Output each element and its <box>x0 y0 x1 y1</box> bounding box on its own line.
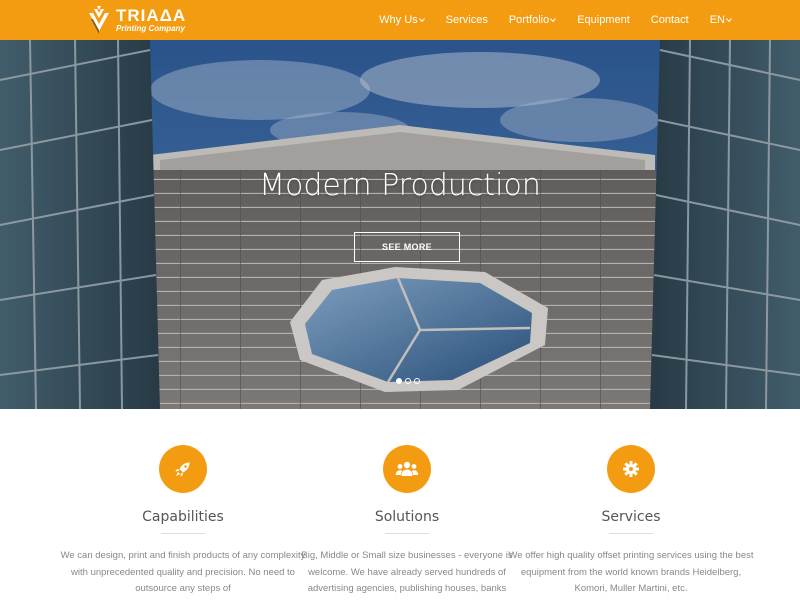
language-selector[interactable]: EN <box>710 14 732 26</box>
nav-item-portfolio[interactable]: Portfolio <box>509 14 557 26</box>
divider <box>161 533 205 534</box>
top-navbar: TRIAΔA Printing Company Why Us Services … <box>0 0 800 40</box>
feature-title: Services <box>601 509 661 525</box>
triada-logo-icon <box>89 6 109 34</box>
feature-text: We can design, print and finish products… <box>60 550 306 594</box>
carousel-dot-1[interactable] <box>396 378 402 384</box>
feature-text: We offer high quality offset printing se… <box>508 550 754 594</box>
see-more-button[interactable]: SEE MORE <box>354 232 460 262</box>
rocket-icon <box>175 462 190 477</box>
nav-item-services[interactable]: Services <box>446 14 488 26</box>
nav-item-contact[interactable]: Contact <box>651 14 689 26</box>
feature-text: Big, Middle or Small size businesses - e… <box>301 550 513 594</box>
carousel-dot-2[interactable] <box>405 378 411 384</box>
brand-tagline: Printing Company <box>116 24 185 33</box>
divider <box>385 533 429 534</box>
feature-solutions: Solutions Big, Middle or Small size busi… <box>282 445 532 598</box>
hero-title: Modern Production <box>259 168 541 203</box>
chevron-down-icon <box>726 17 732 23</box>
hero-carousel: Modern Production SEE MORE <box>0 40 800 409</box>
nav-item-equipment[interactable]: Equipment <box>577 14 630 26</box>
main-nav: Why Us Services Portfolio Equipment Cont… <box>379 0 732 40</box>
brand-logo[interactable]: TRIAΔA Printing Company <box>86 3 186 37</box>
hero-building-image <box>0 40 800 409</box>
chevron-down-icon <box>418 17 425 23</box>
divider <box>609 533 653 534</box>
users-icon <box>395 461 419 476</box>
carousel-dot-3[interactable] <box>414 378 420 384</box>
feature-capabilities: Capabilities We can design, print and fi… <box>58 445 308 598</box>
feature-services: Services We offer high quality offset pr… <box>506 445 756 598</box>
feature-title: Solutions <box>374 509 440 525</box>
brand-name: TRIAΔA <box>116 6 187 25</box>
nav-item-why-us[interactable]: Why Us <box>379 14 425 26</box>
carousel-indicators <box>396 378 423 384</box>
chevron-down-icon <box>550 17 557 23</box>
gear-icon <box>623 461 639 477</box>
feature-title: Capabilities <box>142 509 224 525</box>
